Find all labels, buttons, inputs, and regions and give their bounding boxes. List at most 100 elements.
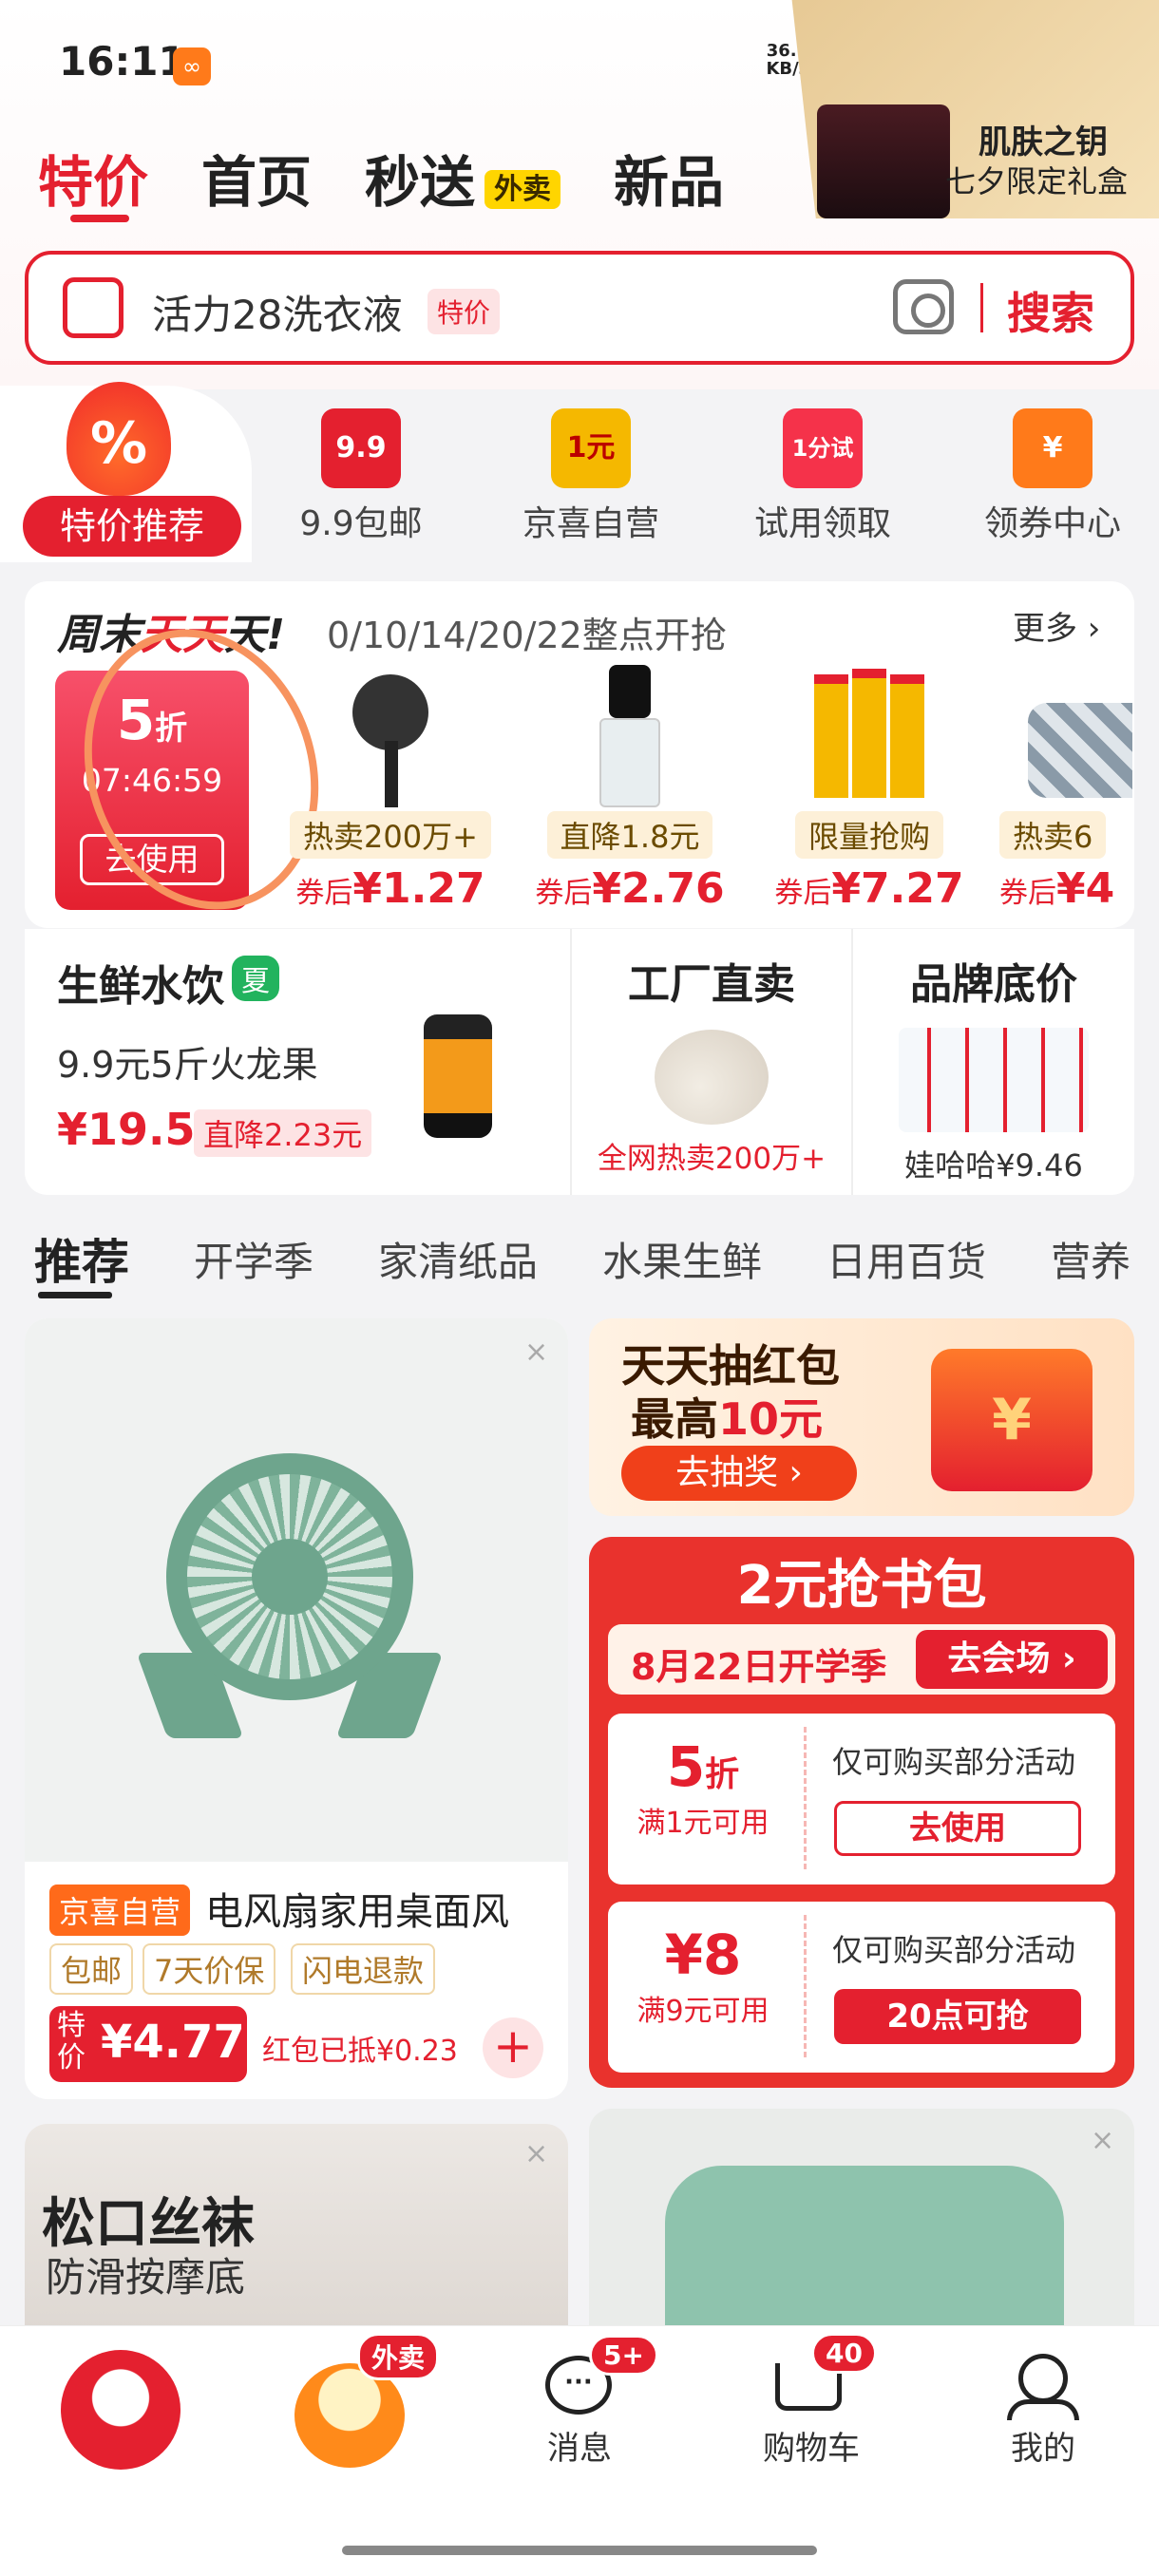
nav-waimai[interactable]: 外卖 — [253, 2325, 443, 2477]
promo-line2: 七夕限定礼盒 — [945, 163, 1129, 199]
brand-low-price-section[interactable]: 品牌底价 娃哈哈¥9.46 — [853, 929, 1134, 1195]
close-icon[interactable]: × — [524, 1335, 548, 1369]
flash-more-link[interactable]: 更多 › — [1013, 602, 1100, 649]
flame-percent-icon: % — [66, 382, 171, 496]
fresh-drink-section[interactable]: 生鲜水饮 夏 9.9元5斤火龙果 ¥19.57 直降2.23元 — [25, 929, 570, 1195]
coupon-use-button[interactable]: 去使用 — [834, 1801, 1081, 1856]
baoyou-icon: 9.9 — [321, 408, 401, 488]
oil-bottle-image — [554, 665, 706, 807]
waimai-tag: 外卖 — [484, 169, 561, 209]
tab-special[interactable]: 特价 — [38, 138, 148, 218]
dashed-divider — [804, 1915, 807, 2057]
showerhead-image — [314, 665, 466, 807]
brand-item: 娃哈哈¥9.46 — [904, 1147, 1083, 1184]
factory-tag: 全网热卖200万+ — [597, 1142, 826, 1176]
tab-underline — [70, 215, 129, 222]
coupon-icon: ¥ — [1013, 408, 1092, 488]
tab-new[interactable]: 新品 — [614, 138, 724, 218]
cat-school[interactable]: 开学季 — [162, 1230, 346, 1288]
product-price-box: 特价 ¥4.77 — [49, 2006, 247, 2082]
category-underline — [38, 1292, 112, 1298]
category-tabs: 推荐 开学季 家清纸品 水果生鲜 日用百货 营养 — [0, 1216, 1159, 1301]
garlic-image — [655, 1030, 769, 1125]
coupon-value: ¥8 满9元可用 — [636, 1923, 770, 2028]
add-to-cart-button[interactable]: + — [483, 2017, 543, 2078]
fresh-price-drop: 直降2.23元 — [194, 1109, 372, 1157]
close-icon[interactable]: × — [1091, 2124, 1114, 2157]
quick-nav-label: 试用领取 — [753, 504, 891, 543]
search-input[interactable]: 活力28洗衣液 — [152, 283, 402, 341]
lottery-max: 最高10元 — [631, 1393, 824, 1445]
nav-messages[interactable]: ··· 5+ 消息 — [484, 2325, 674, 2477]
nav-cart[interactable]: 40 购物车 — [716, 2325, 906, 2477]
quick-nav-baoyou[interactable]: 9.9 9.9包邮 — [256, 399, 466, 570]
cat-daily[interactable]: 日用百货 — [794, 1230, 1018, 1288]
dashed-divider — [804, 1727, 807, 1869]
top-tabs: 特价 首页 秒送 外卖 新品 — [38, 138, 724, 218]
water-bottles-image — [899, 1028, 1089, 1132]
promo-line1: 肌肤之钥 — [978, 123, 1108, 161]
cat-recommend[interactable]: 推荐 — [0, 1224, 162, 1293]
flash-item-tag: 直降1.8元 — [546, 811, 713, 859]
gesture-bar[interactable] — [342, 2546, 817, 2555]
service-tag: 闪电退款 — [291, 1943, 436, 1995]
flash-subtitle: 0/10/14/20/22整点开抢 — [327, 615, 727, 656]
quick-nav-trial[interactable]: 1分试 试用领取 — [718, 399, 927, 570]
nav-label: 消息 — [547, 2430, 612, 2468]
hot-recommend-button[interactable]: 特价推荐 — [23, 496, 241, 557]
quick-nav-coupons[interactable]: ¥ 领券中心 — [948, 399, 1157, 570]
red-envelope-icon: ¥ — [931, 1349, 1092, 1491]
blanket-image — [999, 665, 1132, 807]
coupon-value: 5折 满1元可用 — [636, 1734, 770, 1840]
cat-nutrition[interactable]: 营养 — [1018, 1230, 1159, 1288]
nav-mine[interactable]: 我的 — [948, 2325, 1138, 2477]
message-badge: 5+ — [589, 2335, 658, 2376]
grab-at-20-button[interactable]: 20点可抢 — [834, 1989, 1081, 2044]
book-date: 8月22日开学季 — [631, 1646, 887, 1688]
cat-cleaning[interactable]: 家清纸品 — [346, 1230, 570, 1288]
fresh-item-name: 9.9元5斤火龙果 — [57, 1044, 318, 1086]
nav-label: 购物车 — [763, 2430, 860, 2468]
fresh-title: 生鲜水饮 — [57, 962, 224, 1011]
quick-nav-jingxi[interactable]: 1元 京喜自营 — [486, 399, 695, 570]
flash-item-tag: 热卖6 — [999, 811, 1107, 859]
go-venue-button[interactable]: 去会场 › — [916, 1630, 1108, 1689]
quick-nav-label: 9.9包邮 — [299, 504, 423, 543]
quick-nav-label: 领券中心 — [983, 504, 1121, 543]
product-price: ¥4.77 — [101, 2016, 245, 2069]
price-label: 特价 — [57, 2009, 86, 2074]
factory-direct-section[interactable]: 工厂直卖 全网热卖200万+ — [572, 929, 851, 1195]
drink-bottle-image — [424, 1014, 492, 1138]
search-divider — [980, 283, 983, 332]
tab-fast[interactable]: 秒送 外卖 — [365, 138, 561, 218]
flash-item-blanket[interactable]: 热卖6 券后¥4 — [999, 665, 1132, 913]
scan-icon[interactable] — [63, 277, 124, 338]
flash-item-price: 券后¥1.27 — [295, 864, 485, 913]
lottery-button[interactable]: 去抽奖 › — [621, 1446, 857, 1501]
search-bar[interactable]: 活力28洗衣液 特价 搜索 — [25, 251, 1134, 365]
red-packet-note: 红包已抵¥0.23 — [262, 2035, 458, 2068]
flash-item-showerhead[interactable]: 热卖200万+ 券后¥1.27 — [281, 665, 500, 913]
camera-icon[interactable] — [893, 279, 954, 334]
nav-home[interactable] — [27, 2325, 217, 2477]
cat-fruit[interactable]: 水果生鲜 — [570, 1230, 794, 1288]
flash-item-plum-drink[interactable]: 限量抢购 券后¥7.27 — [760, 665, 978, 913]
search-button[interactable]: 搜索 — [1007, 279, 1094, 342]
search-tag: 特价 — [428, 289, 501, 334]
fan-hub — [252, 1539, 328, 1615]
coupon-desc: 仅可购买部分活动 — [832, 1744, 1076, 1780]
waimai-badge: 外卖 — [357, 2333, 440, 2380]
nav-label: 我的 — [1011, 2430, 1075, 2468]
close-icon[interactable]: × — [524, 2137, 548, 2170]
service-tag: 包邮 — [49, 1943, 134, 1995]
status-time: 16:11 — [59, 38, 186, 85]
flash-item-price: 券后¥2.76 — [535, 864, 725, 913]
flash-item-bottle[interactable]: 直降1.8元 券后¥2.76 — [521, 665, 739, 913]
self-operated-tag: 京喜自营 — [49, 1885, 191, 1936]
book-bag-title: 2元抢书包 — [736, 1555, 987, 1617]
sock-subtitle: 防滑按摩底 — [46, 2254, 246, 2301]
product-name: 电风扇家用桌面风 — [205, 1890, 509, 1934]
trial-bag-icon: 1分试 — [783, 408, 863, 488]
service-tag: 7天价保 — [142, 1943, 276, 1995]
tab-home[interactable]: 首页 — [201, 138, 312, 218]
